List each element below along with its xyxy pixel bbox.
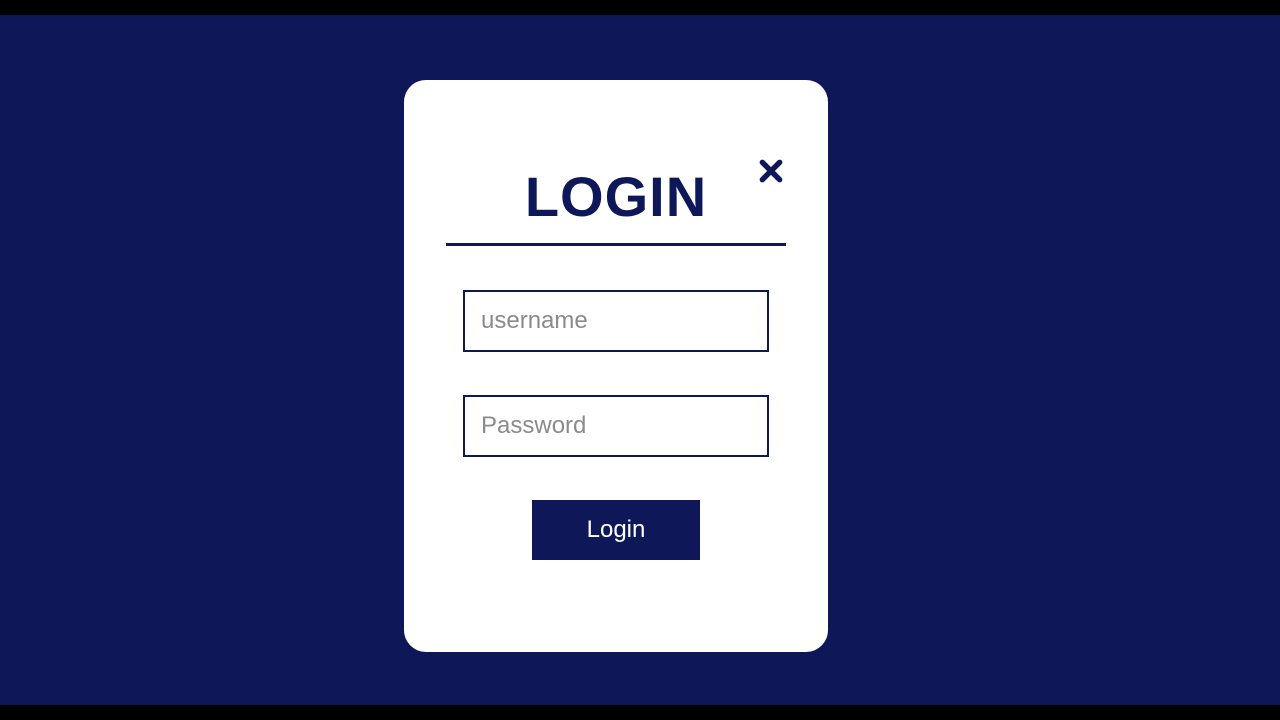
username-input[interactable] [463,290,769,352]
page-background: LOGIN Login [0,15,1280,705]
password-input[interactable] [463,395,769,457]
close-button[interactable] [756,156,786,186]
login-button[interactable]: Login [532,500,700,560]
login-form: Login [404,290,828,560]
modal-header: LOGIN [404,164,828,246]
login-modal: LOGIN Login [404,80,828,652]
close-icon [758,158,784,184]
title-divider [446,243,786,246]
modal-title: LOGIN [525,164,707,229]
